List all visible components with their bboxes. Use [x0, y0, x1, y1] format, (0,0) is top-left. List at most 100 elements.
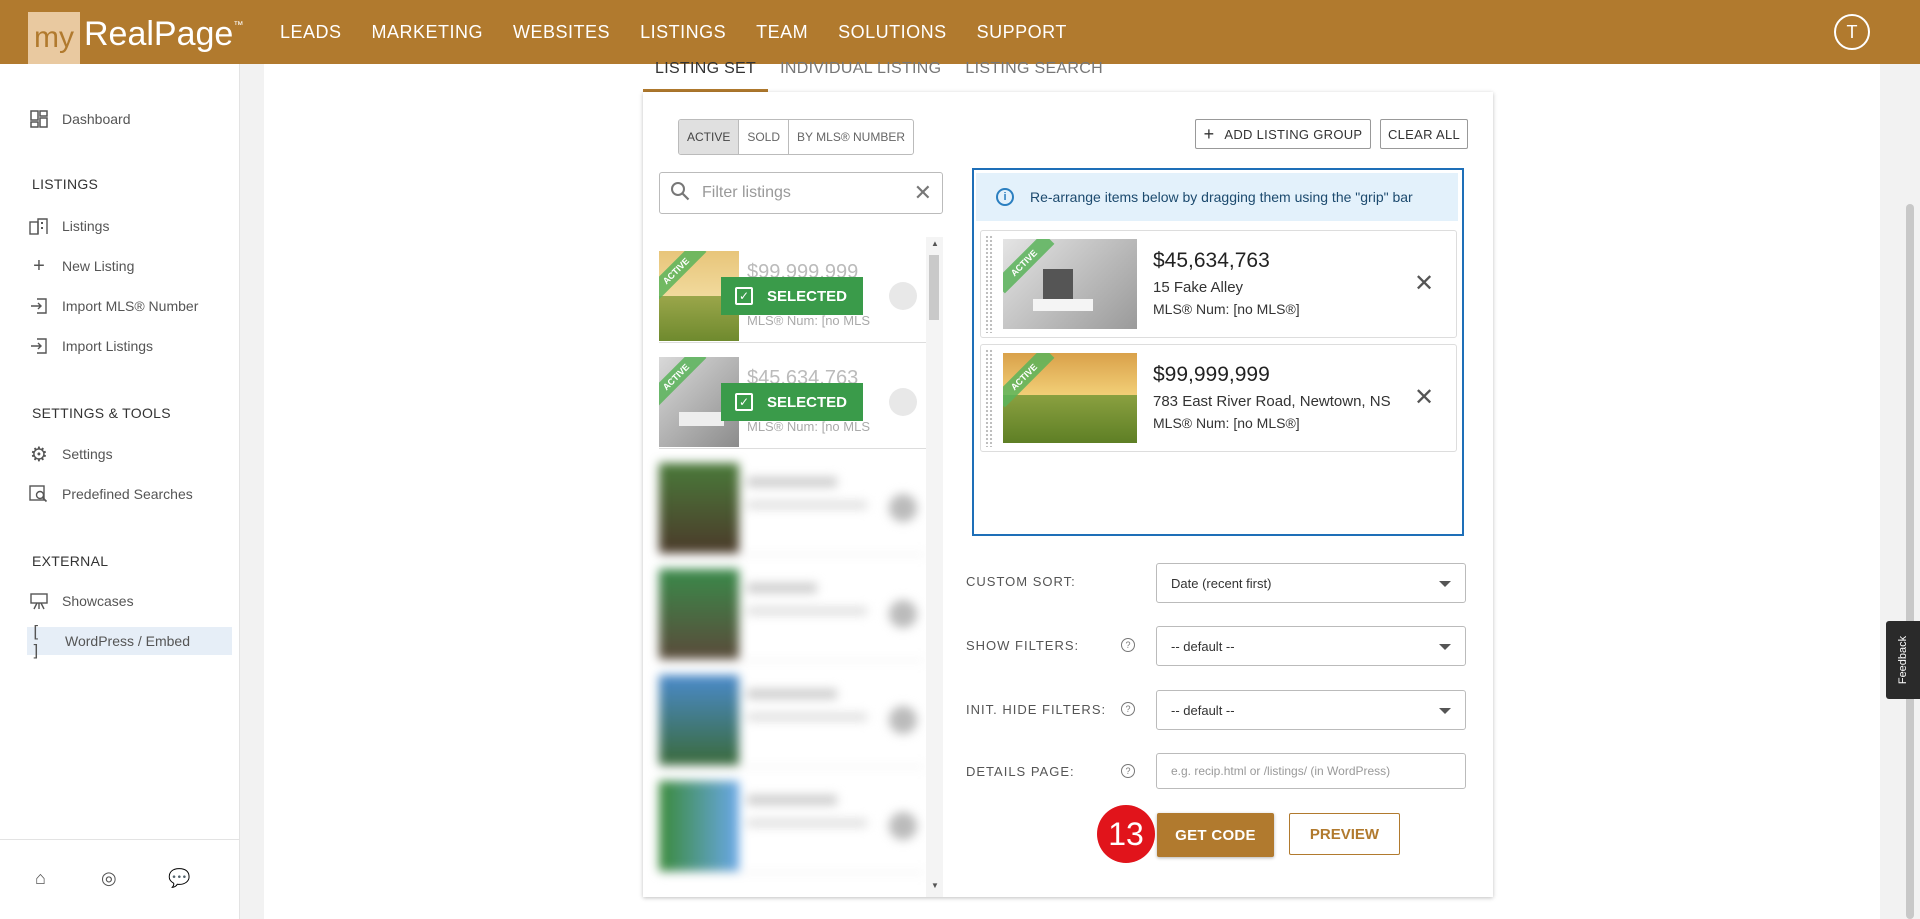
logo-name: RealPage	[84, 15, 234, 53]
sidebar-item-label: Predefined Searches	[62, 486, 193, 502]
section-heading-listings: LISTINGS	[32, 176, 99, 192]
tab-listing-search[interactable]: LISTING SEARCH	[953, 56, 1115, 92]
sidebar-item-label: Listings	[62, 218, 110, 234]
scroll-down-icon[interactable]: ▼	[931, 881, 939, 890]
embed-tabs: LISTING SET INDIVIDUAL LISTING LISTING S…	[643, 56, 1115, 92]
details-page-input[interactable]: e.g. recip.html or /listings/ (in WordPr…	[1156, 753, 1466, 789]
import-icon	[28, 335, 50, 357]
list-item[interactable]	[659, 767, 926, 873]
nav-support[interactable]: SUPPORT	[977, 22, 1067, 43]
listing-price: $45,634,763	[1153, 249, 1270, 272]
chat-help-icon[interactable]: 💬	[168, 868, 190, 889]
nav-websites[interactable]: WEBSITES	[513, 22, 610, 43]
selected-badge[interactable]: ✓ SELECTED	[721, 383, 863, 421]
custom-sort-value: Date (recent first)	[1171, 575, 1272, 591]
sidebar-item-dashboard[interactable]: Dashboard	[28, 105, 131, 133]
listing-mls: MLS® Num: [no MLS	[747, 419, 871, 434]
status-segment: ACTIVE SOLD BY MLS® NUMBER	[678, 119, 915, 155]
chevron-down-icon	[1439, 644, 1451, 650]
help-lifebuoy-icon[interactable]: ◎	[101, 868, 117, 889]
drag-info-text: Re-arrange items below by dragging them …	[1030, 189, 1413, 205]
listing-thumbnail: ACTIVE	[1003, 353, 1137, 443]
sidebar-item-settings[interactable]: ⚙ Settings	[28, 440, 113, 468]
remove-listing-icon[interactable]: ✕	[1414, 383, 1434, 412]
view-listing-arrow-icon[interactable]	[889, 812, 917, 840]
myrealpage-logo[interactable]: my RealPage ™	[28, 12, 243, 64]
top-bar: my RealPage ™ LEADS MARKETING WEBSITES L…	[0, 0, 1920, 64]
listing-mls: MLS® Num: [no MLS®]	[1153, 415, 1300, 431]
clear-all-button[interactable]: CLEAR ALL	[1380, 119, 1468, 149]
add-listing-group-label: ADD LISTING GROUP	[1224, 126, 1363, 142]
chevron-down-icon	[1439, 581, 1451, 587]
listings-scrollbar-thumb[interactable]	[929, 255, 939, 320]
sidebar-item-showcases[interactable]: Showcases	[28, 587, 134, 615]
nav-leads[interactable]: LEADS	[280, 22, 342, 43]
selected-listing-card[interactable]: ACTIVE $45,634,763 15 Fake Alley MLS® Nu…	[980, 230, 1457, 338]
selected-listing-card[interactable]: ACTIVE $99,999,999 783 East River Road, …	[980, 344, 1457, 452]
list-item[interactable]	[659, 661, 926, 767]
get-code-button[interactable]: GET CODE	[1157, 813, 1274, 857]
sidebar-item-label: Settings	[62, 446, 113, 462]
listing-thumbnail	[659, 675, 739, 765]
clear-filter-icon[interactable]: ✕	[914, 180, 932, 206]
selected-badge[interactable]: ✓ SELECTED	[721, 277, 863, 315]
page-scrollbar[interactable]	[1880, 64, 1920, 919]
tab-individual-listing[interactable]: INDIVIDUAL LISTING	[768, 56, 953, 92]
page-scrollbar-thumb[interactable]	[1906, 204, 1914, 919]
home-icon[interactable]: ⌂	[35, 868, 46, 889]
building-icon	[28, 215, 50, 237]
view-listing-arrow-icon[interactable]	[889, 600, 917, 628]
preview-button[interactable]: PREVIEW	[1289, 813, 1400, 855]
sidebar-item-listings[interactable]: Listings	[28, 212, 109, 240]
help-icon[interactable]: ?	[1121, 764, 1135, 778]
sidebar-item-import-listings[interactable]: Import Listings	[28, 332, 153, 360]
view-listing-arrow-icon[interactable]	[889, 282, 917, 310]
feedback-label: Feedback	[1897, 635, 1909, 685]
add-listing-group-button[interactable]: + ADD LISTING GROUP	[1195, 119, 1371, 149]
details-page-label: DETAILS PAGE:	[966, 764, 1075, 779]
help-icon[interactable]: ?	[1121, 702, 1135, 716]
init-hide-filters-select[interactable]: -- default --	[1156, 690, 1466, 730]
sidebar: Dashboard LISTINGS Listings + New Listin…	[0, 64, 240, 919]
feedback-tab[interactable]: Feedback	[1886, 621, 1920, 699]
sidebar-item-new-listing[interactable]: + New Listing	[28, 252, 134, 280]
nav-team[interactable]: TEAM	[756, 22, 808, 43]
nav-solutions[interactable]: SOLUTIONS	[838, 22, 947, 43]
listing-thumbnail: ACTIVE	[1003, 239, 1137, 329]
user-avatar[interactable]: T	[1834, 14, 1870, 50]
filter-listings-input[interactable]: Filter listings	[702, 184, 914, 202]
list-item[interactable]	[659, 555, 926, 661]
help-icon[interactable]: ?	[1121, 638, 1135, 652]
list-item[interactable]	[659, 449, 926, 555]
show-filters-select[interactable]: -- default --	[1156, 626, 1466, 666]
sidebar-item-predefined-searches[interactable]: Predefined Searches	[28, 480, 193, 508]
scroll-up-icon[interactable]: ▲	[931, 239, 939, 248]
import-icon	[28, 295, 50, 317]
custom-sort-select[interactable]: Date (recent first)	[1156, 563, 1466, 603]
sidebar-item-import-mls[interactable]: Import MLS® Number	[28, 292, 198, 320]
grip-handle[interactable]	[985, 235, 993, 333]
listing-address: 15 Fake Alley	[1153, 279, 1244, 296]
sidebar-item-label: Showcases	[62, 593, 134, 609]
view-listing-arrow-icon[interactable]	[889, 706, 917, 734]
nav-marketing[interactable]: MARKETING	[372, 22, 484, 43]
segment-active[interactable]: ACTIVE	[679, 120, 740, 154]
grip-handle[interactable]	[985, 349, 993, 447]
tab-listing-set[interactable]: LISTING SET	[643, 56, 769, 92]
sidebar-item-wordpress-embed[interactable]: [ ] WordPress / Embed	[27, 622, 232, 660]
listing-mls: MLS® Num: [no MLS	[747, 313, 871, 328]
view-listing-arrow-icon[interactable]	[889, 388, 917, 416]
logo-my: my	[28, 12, 80, 64]
filter-listings-field[interactable]: Filter listings ✕	[659, 172, 943, 214]
list-item[interactable]: ACTIVE $45,634,763 MLS® Num: [no MLS ✓ SE…	[659, 343, 926, 449]
segment-sold[interactable]: SOLD	[739, 120, 790, 154]
view-listing-arrow-icon[interactable]	[889, 494, 917, 522]
selected-label: SELECTED	[767, 393, 848, 411]
segment-by-mls[interactable]: BY MLS® NUMBER	[789, 120, 913, 154]
section-heading-settings: SETTINGS & TOOLS	[32, 405, 171, 421]
nav-listings[interactable]: LISTINGS	[640, 22, 726, 43]
search-icon	[670, 181, 692, 206]
list-item[interactable]: ACTIVE $99,999,999 MLS® Num: [no MLS ✓ SE…	[659, 237, 926, 343]
remove-listing-icon[interactable]: ✕	[1414, 269, 1434, 298]
listings-scrollbar[interactable]: ▲ ▼	[926, 237, 943, 897]
